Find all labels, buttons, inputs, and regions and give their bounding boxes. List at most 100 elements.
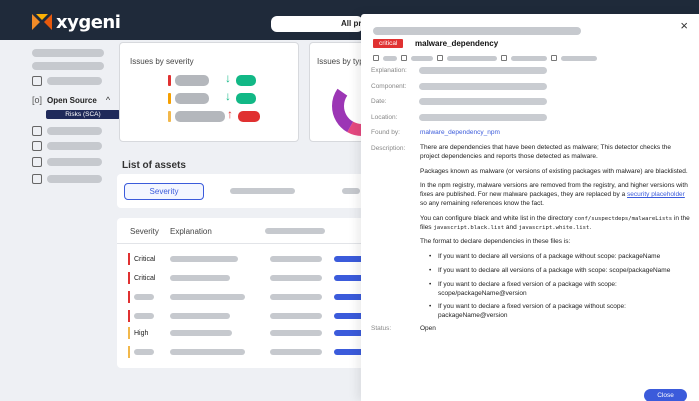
description-text: . [589,223,592,231]
severity-value [175,111,225,122]
field-label-found-by: Found by: [371,129,400,136]
refresh-icon [501,55,507,61]
issues-by-type-card: Issues by typ [309,42,369,142]
row-cell [270,313,322,319]
row-cell [170,294,245,300]
sidebar-item-label: Open Source [47,95,97,105]
filter-icon [32,174,42,184]
description-text: and [504,223,519,231]
row-status [334,330,364,336]
severity-marker [128,310,130,322]
table-divider [117,243,367,244]
description-paragraph: There are dependencies that have been de… [420,144,672,160]
code-file: javascript.black.list [433,224,505,231]
row-status [334,256,364,262]
brand-name: xygeni [56,11,121,33]
sidebar-item[interactable] [32,141,102,151]
severity-trend [236,93,256,104]
row-cell [270,275,322,281]
row-status [334,275,364,281]
filter-placeholder[interactable] [230,188,295,194]
description-text: so any remaining references know the fac… [420,199,544,207]
list-item: If you want to declare all versions of a… [429,253,690,262]
severity-marker-critical [168,75,171,86]
nodes-icon [32,126,42,136]
sidebar-item-label [47,77,102,85]
severity-text: Critical [134,256,156,263]
sidebar-item[interactable] [32,157,102,167]
sidebar-item[interactable] [32,49,104,57]
sidebar-item-label [47,127,102,135]
sidebar-item-label [47,175,102,183]
severity-text: Critical [134,275,156,282]
severity-placeholder [134,313,154,319]
list-item: If you want to declare a fixed version o… [429,303,690,321]
sidebar-item[interactable] [32,126,102,136]
chevron-up-icon: ^ [105,95,111,105]
severity-placeholder [134,294,154,300]
tools-icon [551,55,557,61]
file-icon [437,55,443,61]
sidebar-item-open-source[interactable]: [o] Open Source ^ [32,95,110,105]
menu-icon [32,76,42,86]
meta-value [411,55,433,61]
open-source-icon: [o] [32,95,43,105]
list-item: If you want to declare a fixed version o… [429,281,690,299]
sidebar-item-label [47,142,102,150]
meta-value [561,55,597,61]
sidebar-item[interactable] [32,76,102,86]
close-button[interactable]: Close [644,389,687,401]
row-cell [270,256,322,262]
sidebar-item[interactable] [32,174,102,184]
severity-marker-high [168,93,171,104]
users-icon [32,141,42,151]
sidebar-item[interactable] [32,62,104,70]
meta-value [447,55,497,61]
severity-placeholder [134,349,154,355]
found-by-link[interactable]: malware_dependency_npm [420,129,500,136]
row-cell [170,256,238,262]
card-title: Issues by severity [130,57,194,66]
severity-value [175,93,209,104]
meta-value [511,55,547,61]
issue-meta-row [373,55,597,61]
field-value-location [419,114,547,121]
close-icon[interactable]: × [680,18,688,33]
arrow-down-icon: ↓ [225,89,231,103]
severity-filter-button[interactable]: Severity [124,183,204,200]
sidebar: [o] Open Source ^ Risks (SCA) [20,40,120,380]
branch-icon [401,55,407,61]
assets-table [117,218,367,368]
severity-marker-medium [168,111,171,122]
description-paragraph: The format to declare dependencies in th… [420,238,571,246]
description-text: You can configure black and white list i… [420,214,575,222]
field-value-date [419,98,547,105]
row-cell [170,275,230,281]
security-placeholder-link[interactable]: security placeholder [627,191,685,198]
severity-marker [128,346,130,358]
column-header-severity[interactable]: Severity [130,227,159,236]
status-value: Open [420,325,436,332]
column-header-explanation[interactable]: Explanation [170,227,212,236]
description-paragraph: Packages known as malware (or versions o… [420,167,688,175]
sidebar-item-risks-sca[interactable]: Risks (SCA) [46,110,120,119]
severity-trend [236,75,256,86]
arrow-down-icon: ↓ [225,71,231,85]
description-paragraph: In the npm registry, malware versions ar… [420,182,690,208]
brand-logo[interactable]: xygeni [32,11,121,33]
row-cell [270,330,322,336]
row-status [334,349,364,355]
filter-placeholder[interactable] [342,188,360,194]
severity-marker [128,253,130,265]
field-label-component: Component: [371,83,407,90]
severity-badge: critical [373,39,404,48]
column-header-placeholder [265,228,325,234]
row-cell [170,330,232,336]
field-label-description: Description: [371,145,406,152]
row-status [334,313,364,319]
row-cell [170,313,230,319]
issue-description: There are dependencies that have been de… [420,144,690,326]
project-selector[interactable]: All pro [271,16,363,32]
format-list: If you want to declare all versions of a… [420,253,690,321]
assets-title: List of assets [122,160,186,171]
